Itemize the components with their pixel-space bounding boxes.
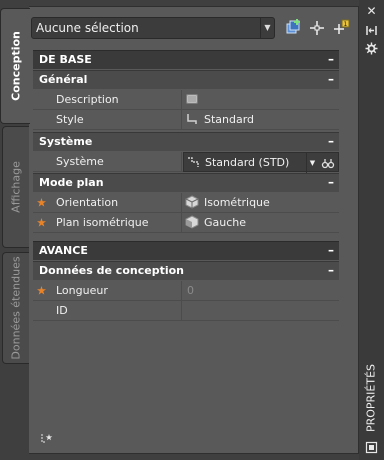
category-title: Données de conception	[39, 264, 184, 277]
property-grid: DE BASE – Général – Description Style St…	[33, 50, 339, 321]
toggle-pickadd-icon[interactable]: 1	[331, 18, 351, 38]
collapse-icon[interactable]: –	[328, 52, 334, 66]
iso-plane-icon	[185, 215, 199, 229]
property-name: Orientation	[48, 193, 182, 213]
collapse-icon[interactable]: –	[328, 72, 334, 86]
palette-properties-icon[interactable]	[365, 42, 378, 55]
category-donnees-conception[interactable]: Données de conception –	[33, 261, 339, 280]
palette-title: PROPRIÉTÉS	[364, 363, 378, 433]
category-title: Mode plan	[39, 176, 104, 189]
row-gutter	[33, 301, 48, 321]
category-systeme[interactable]: Système –	[33, 132, 339, 151]
tab-strip: Données étendues Affichage Conception	[0, 0, 30, 460]
property-value[interactable]	[183, 90, 339, 110]
property-row-style[interactable]: Style Standard	[33, 110, 339, 130]
add-property-icon[interactable]	[40, 431, 54, 445]
chevron-down-icon[interactable]: ▼	[260, 18, 274, 38]
property-name: Description	[48, 90, 182, 110]
property-value[interactable]: Isométrique	[183, 193, 339, 213]
collapse-icon[interactable]: –	[328, 263, 334, 277]
close-icon[interactable]: ✕	[365, 5, 378, 18]
category-general[interactable]: Général –	[33, 70, 339, 89]
tab-conception[interactable]: Conception	[0, 8, 30, 124]
property-name: Plan isométrique	[48, 213, 182, 233]
select-objects-icon[interactable]	[307, 18, 327, 38]
section-title: AVANCE	[39, 244, 88, 257]
tab-label: Affichage	[9, 161, 23, 213]
autohide-icon[interactable]	[365, 24, 378, 37]
plan-iso-value: Gauche	[204, 216, 247, 229]
property-name: ID	[48, 301, 182, 321]
row-gutter	[33, 152, 48, 172]
section-de-base[interactable]: DE BASE –	[33, 50, 339, 69]
row-gutter	[33, 110, 48, 130]
tab-affichage[interactable]: Affichage	[2, 126, 29, 248]
chevron-down-icon[interactable]: ▼	[306, 153, 318, 173]
systeme-value: Standard (STD)	[205, 156, 290, 169]
row-gutter	[33, 281, 48, 301]
orientation-value: Isométrique	[204, 196, 270, 209]
property-row-plan-isometrique[interactable]: Plan isométrique Gauche	[33, 213, 339, 233]
description-icon[interactable]	[185, 92, 199, 106]
category-title: Système	[39, 135, 93, 148]
tab-label: Données étendues	[9, 256, 23, 360]
tab-label: Conception	[9, 31, 22, 101]
palette-title-bar[interactable]: ✕ PROPRIÉTÉS	[359, 0, 384, 460]
category-title: Général	[39, 73, 88, 86]
property-value[interactable]: Gauche	[183, 213, 339, 233]
system-icon	[186, 155, 200, 169]
toolbar: Aucune sélection ▼ 1	[31, 17, 351, 41]
collapse-icon[interactable]: –	[328, 134, 334, 148]
property-row-longueur[interactable]: Longueur 0	[33, 281, 339, 301]
quick-select-icon[interactable]	[284, 18, 304, 38]
row-gutter	[33, 193, 48, 213]
category-mode-plan[interactable]: Mode plan –	[33, 173, 339, 192]
svg-text:1: 1	[344, 21, 348, 28]
tab-donnees-etendues[interactable]: Données étendues	[2, 252, 29, 364]
row-gutter	[33, 213, 48, 233]
properties-panel: Aucune sélection ▼ 1 DE BASE – Général –…	[29, 6, 359, 454]
isometric-icon	[185, 195, 199, 209]
style-icon	[185, 112, 199, 126]
longueur-value[interactable]: 0	[183, 281, 339, 301]
collapse-icon[interactable]: –	[328, 243, 334, 257]
selection-value: Aucune sélection	[36, 21, 139, 35]
section-avance[interactable]: AVANCE –	[33, 241, 339, 260]
property-value[interactable]: Standard	[183, 110, 339, 130]
binoculars-icon[interactable]	[321, 156, 335, 170]
property-name: Style	[48, 110, 182, 130]
palette-menu-icon[interactable]	[365, 441, 378, 454]
selection-dropdown[interactable]: Aucune sélection ▼	[31, 17, 275, 39]
style-value: Standard	[204, 113, 255, 126]
property-row-systeme[interactable]: Système Standard (STD) ▼	[33, 152, 339, 173]
property-row-description[interactable]: Description	[33, 90, 339, 110]
property-name: Longueur	[48, 281, 182, 301]
required-star-icon	[37, 198, 46, 207]
section-title: DE BASE	[39, 53, 92, 66]
required-star-icon	[37, 286, 46, 295]
systeme-dropdown[interactable]: Standard (STD) ▼	[183, 152, 339, 173]
row-gutter	[33, 90, 48, 110]
property-name: Système	[48, 152, 182, 172]
property-row-id[interactable]: ID	[33, 301, 339, 321]
required-star-icon	[37, 218, 46, 227]
id-value[interactable]	[183, 301, 339, 321]
collapse-icon[interactable]: –	[328, 175, 334, 189]
property-row-orientation[interactable]: Orientation Isométrique	[33, 193, 339, 213]
